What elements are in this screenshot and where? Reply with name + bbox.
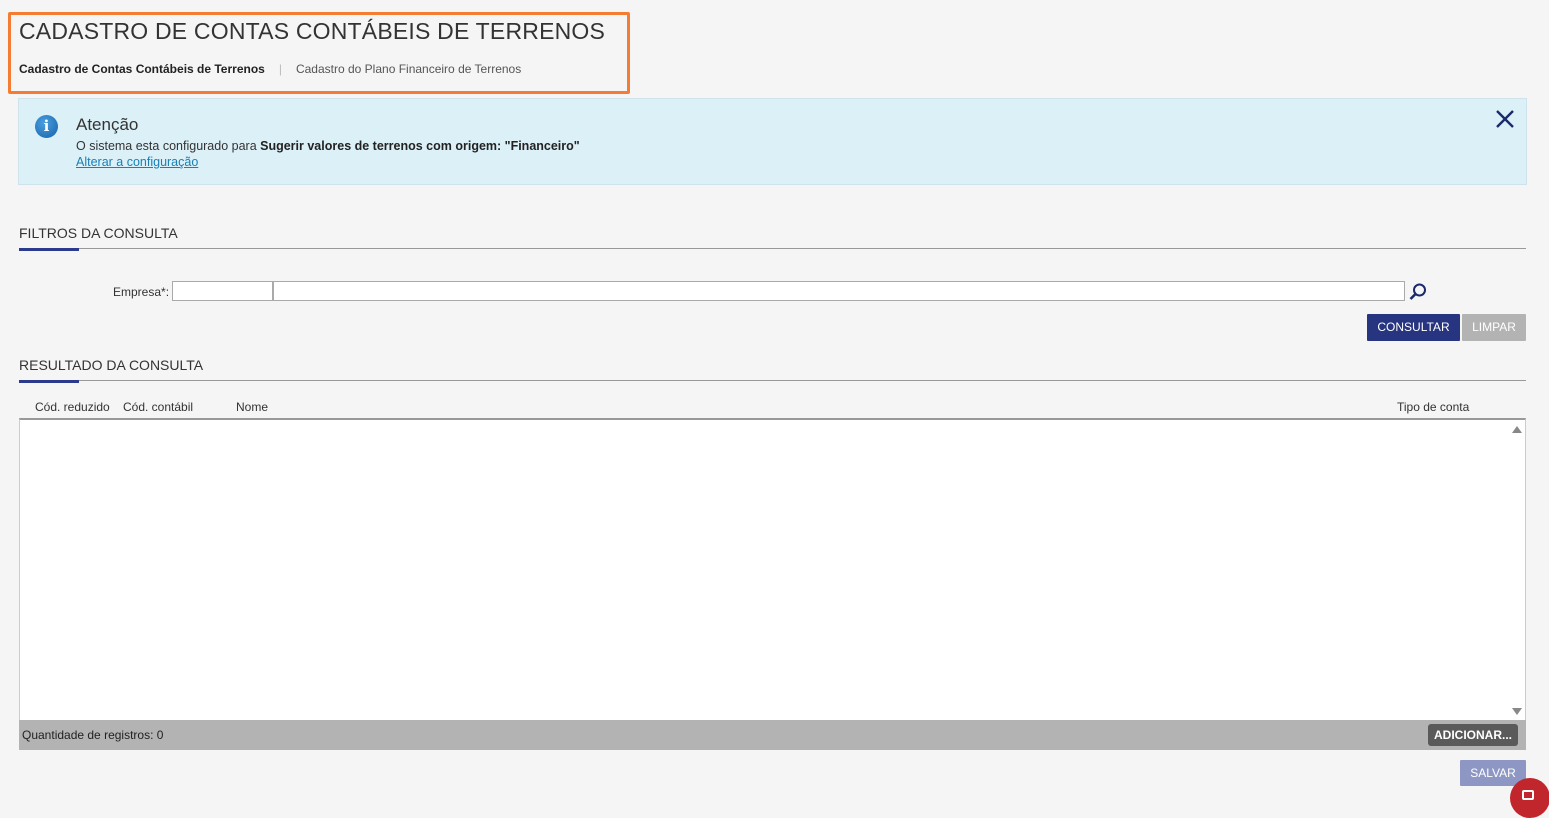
- results-section-title: RESULTADO DA CONSULTA: [19, 357, 204, 373]
- empresa-name-input[interactable]: [273, 281, 1405, 301]
- limpar-button[interactable]: LIMPAR: [1462, 314, 1526, 341]
- page-title: CADASTRO DE CONTAS CONTÁBEIS DE TERRENOS: [19, 18, 606, 44]
- empresa-label: Empresa*:: [113, 285, 170, 299]
- consultar-button[interactable]: CONSULTAR: [1367, 314, 1460, 341]
- chat-icon: [1522, 790, 1534, 800]
- filters-accent: [19, 248, 79, 251]
- filters-divider: [19, 248, 1526, 249]
- results-divider: [19, 380, 1526, 381]
- breadcrumb-tabs: Cadastro de Contas Contábeis de Terrenos…: [19, 62, 521, 76]
- filters-section-title: FILTROS DA CONSULTA: [19, 225, 178, 241]
- results-accent: [19, 380, 79, 383]
- column-header-cod-reduzido[interactable]: Cód. reduzido: [35, 400, 110, 414]
- close-icon[interactable]: [1494, 108, 1516, 130]
- info-icon: i: [35, 115, 58, 138]
- scroll-up-arrow-icon[interactable]: [1512, 426, 1522, 433]
- results-grid[interactable]: [19, 418, 1526, 720]
- change-configuration-link[interactable]: Alterar a configuração: [76, 155, 198, 169]
- grid-footer: Quantidade de registros: 0 ADICIONAR...: [19, 720, 1526, 750]
- scroll-down-arrow-icon[interactable]: [1512, 708, 1522, 715]
- adicionar-button[interactable]: ADICIONAR...: [1428, 724, 1518, 746]
- tab-plano-financeiro[interactable]: Cadastro do Plano Financeiro de Terrenos: [296, 62, 521, 76]
- attention-alert: i Atenção O sistema esta configurado par…: [18, 98, 1527, 185]
- alert-message-bold: Sugerir valores de terrenos com origem: …: [260, 139, 580, 153]
- column-header-nome[interactable]: Nome: [236, 400, 268, 414]
- column-header-tipo-de-conta[interactable]: Tipo de conta: [1397, 400, 1469, 414]
- empresa-code-input[interactable]: [172, 281, 273, 301]
- column-header-cod-contabil[interactable]: Cód. contábil: [123, 400, 193, 414]
- search-icon[interactable]: [1407, 281, 1429, 303]
- tab-contas-contabeis[interactable]: Cadastro de Contas Contábeis de Terrenos: [19, 62, 265, 76]
- alert-title: Atenção: [76, 115, 139, 134]
- tab-separator: |: [278, 62, 282, 76]
- records-count: Quantidade de registros: 0: [22, 728, 164, 742]
- floating-action-button[interactable]: [1510, 778, 1549, 818]
- alert-message-text: O sistema esta configurado para: [76, 139, 261, 153]
- alert-message: O sistema esta configurado para Sugerir …: [76, 139, 580, 153]
